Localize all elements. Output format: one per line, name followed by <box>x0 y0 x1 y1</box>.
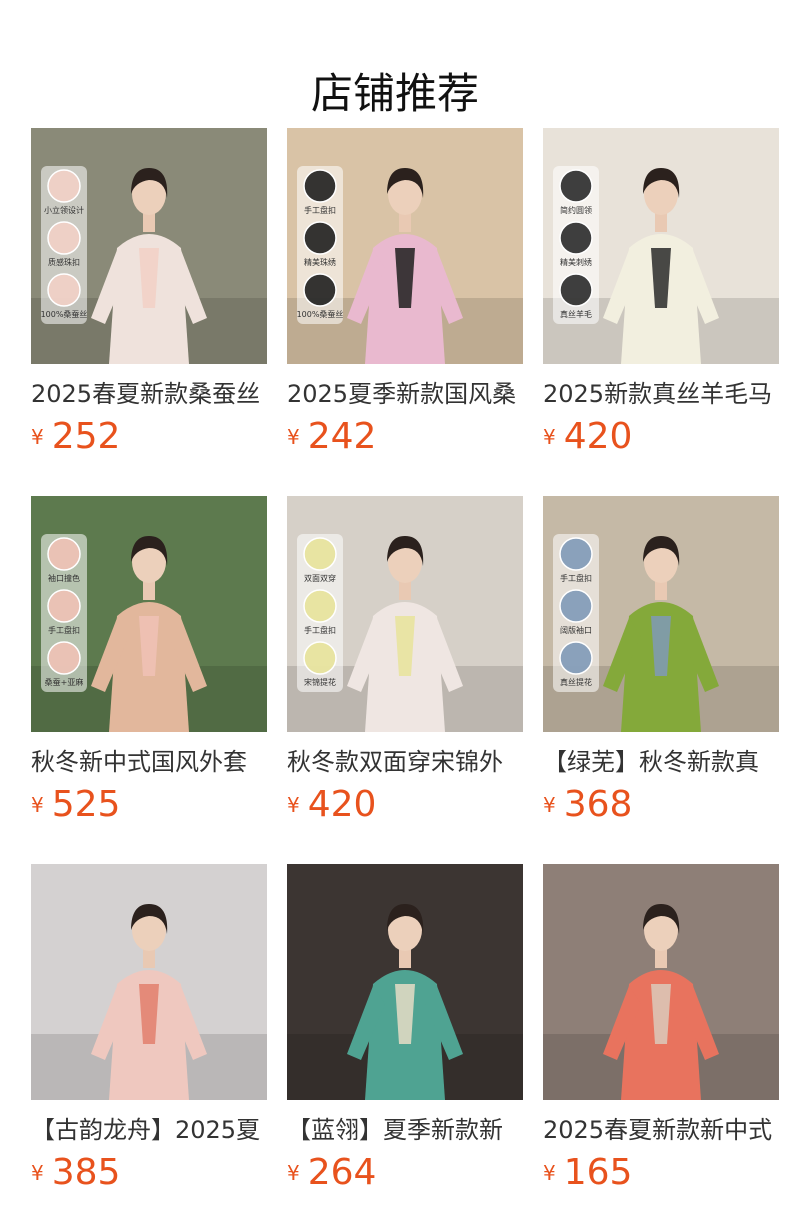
feature-tag-label: 小立领设计 <box>44 205 84 215</box>
feature-tag-strip: 手工盘扣精美珠绣 100%桑蚕丝 <box>297 166 344 324</box>
feature-tag-label: 双面双穿 <box>304 573 336 583</box>
product-name[interactable]: 2025夏季新款国风桑 <box>287 378 523 410</box>
feature-tag-strip: 双面双穿手工盘扣宋锦提花 <box>297 534 343 692</box>
currency-symbol: ¥ <box>31 793 44 817</box>
product-image[interactable] <box>287 864 523 1100</box>
currency-symbol: ¥ <box>31 1161 44 1185</box>
product-name[interactable]: 秋冬新中式国风外套 <box>31 746 267 778</box>
feature-tag-label: 100%桑蚕丝 <box>41 309 88 319</box>
product-price: ¥368 <box>543 783 632 827</box>
feature-swatch <box>47 589 81 623</box>
feature-swatch <box>559 273 593 307</box>
product-price: ¥264 <box>287 1151 376 1195</box>
currency-symbol: ¥ <box>31 425 44 449</box>
product-name[interactable]: 2025春夏新款新中式 <box>543 1114 779 1146</box>
product-card[interactable]: 手工盘扣精美珠绣 100%桑蚕丝 2025夏季新款国风桑 ¥242 <box>287 128 523 457</box>
product-image[interactable]: 双面双穿手工盘扣宋锦提花 <box>287 496 523 732</box>
feature-tag-strip: 袖口撞色手工盘扣桑蚕+亚麻 <box>41 534 87 692</box>
product-image[interactable]: 手工盘扣精美珠绣 100%桑蚕丝 <box>287 128 523 364</box>
product-price: ¥385 <box>31 1151 120 1195</box>
feature-swatch <box>303 641 337 675</box>
product-name[interactable]: 2025新款真丝羊毛马 <box>543 378 779 410</box>
feature-tag-label: 简约圆领 <box>560 205 592 215</box>
feature-swatch <box>47 641 81 675</box>
price-amount: 420 <box>563 416 633 457</box>
feature-swatch <box>303 273 337 307</box>
feature-swatch <box>559 589 593 623</box>
product-image[interactable] <box>543 864 779 1100</box>
feature-swatch <box>303 221 337 255</box>
feature-tag-label: 100%桑蚕丝 <box>297 309 344 319</box>
product-price: ¥252 <box>31 415 120 459</box>
product-name[interactable]: 【蓝翎】夏季新款新 <box>287 1114 523 1146</box>
feature-tag-strip: 小立领设计质感珠扣 100%桑蚕丝 <box>41 166 88 324</box>
feature-tag-label: 真丝提花 <box>560 677 592 687</box>
currency-symbol: ¥ <box>287 425 300 449</box>
section-title: 店铺推荐 <box>310 69 479 119</box>
feature-tag-label: 精美刺绣 <box>560 257 592 267</box>
feature-tag-label: 手工盘扣 <box>304 205 336 215</box>
feature-tag-label: 质感珠扣 <box>48 257 80 267</box>
currency-symbol: ¥ <box>543 1161 556 1185</box>
product-card[interactable]: 【古韵龙舟】2025夏 ¥385 <box>31 864 267 1193</box>
product-price: ¥420 <box>543 415 632 459</box>
feature-swatch <box>47 273 81 307</box>
feature-tag-label: 手工盘扣 <box>48 625 80 635</box>
price-amount: 165 <box>563 1152 633 1193</box>
feature-swatch <box>303 537 337 571</box>
store-recommendations: 店铺推荐 小立领设计质感珠扣 100%桑蚕丝 2025春夏新款桑蚕丝 ¥252 手工盘扣… <box>0 0 790 1232</box>
feature-swatch <box>47 169 81 203</box>
currency-symbol: ¥ <box>287 793 300 817</box>
price-amount: 242 <box>307 416 377 457</box>
feature-tag-label: 桑蚕+亚麻 <box>45 677 84 687</box>
price-amount: 525 <box>51 784 121 825</box>
product-card[interactable]: 【蓝翎】夏季新款新 ¥264 <box>287 864 523 1193</box>
currency-symbol: ¥ <box>543 425 556 449</box>
product-image[interactable]: 小立领设计质感珠扣 100%桑蚕丝 <box>31 128 267 364</box>
feature-swatch <box>303 169 337 203</box>
product-name[interactable]: 2025春夏新款桑蚕丝 <box>31 378 267 410</box>
price-amount: 368 <box>563 784 633 825</box>
feature-tag-label: 真丝羊毛 <box>560 309 592 319</box>
product-card[interactable]: 双面双穿手工盘扣宋锦提花秋冬款双面穿宋锦外 ¥420 <box>287 496 523 825</box>
feature-swatch <box>47 221 81 255</box>
product-grid: 小立领设计 质感珠扣 100%桑蚕丝 2025春夏新款桑蚕丝 ¥252 手工盘扣 精美珠绣 1… <box>31 128 779 1193</box>
feature-tag-label: 精美珠绣 <box>304 257 336 267</box>
product-image[interactable] <box>31 864 267 1100</box>
product-card[interactable]: 手工盘扣阔版袖口真丝提花【绿芜】秋冬新款真 ¥368 <box>543 496 779 825</box>
feature-swatch <box>47 537 81 571</box>
feature-tag-strip: 简约圆领精美刺绣真丝羊毛 <box>553 166 599 324</box>
feature-tag-label: 手工盘扣 <box>560 573 592 583</box>
price-amount: 385 <box>51 1152 121 1193</box>
price-amount: 264 <box>307 1152 377 1193</box>
feature-swatch <box>559 169 593 203</box>
price-amount: 252 <box>51 416 121 457</box>
feature-tag-label: 手工盘扣 <box>304 625 336 635</box>
product-image[interactable]: 简约圆领精美刺绣真丝羊毛 <box>543 128 779 364</box>
feature-tag-label: 袖口撞色 <box>48 573 80 583</box>
product-price: ¥420 <box>287 783 376 827</box>
product-card[interactable]: 简约圆领精美刺绣真丝羊毛 2025新款真丝羊毛马 ¥420 <box>543 128 779 457</box>
price-amount: 420 <box>307 784 377 825</box>
feature-swatch <box>559 537 593 571</box>
feature-tag-label: 阔版袖口 <box>560 625 592 635</box>
feature-swatch <box>559 221 593 255</box>
feature-swatch <box>559 641 593 675</box>
currency-symbol: ¥ <box>543 793 556 817</box>
currency-symbol: ¥ <box>287 1161 300 1185</box>
product-card[interactable]: 袖口撞色手工盘扣桑蚕+亚麻秋冬新中式国风外套 ¥525 <box>31 496 267 825</box>
product-name[interactable]: 【绿芜】秋冬新款真 <box>543 746 779 778</box>
feature-tag-label: 宋锦提花 <box>304 677 336 687</box>
feature-swatch <box>303 589 337 623</box>
product-card[interactable]: 小立领设计质感珠扣 100%桑蚕丝 2025春夏新款桑蚕丝 ¥252 <box>31 128 267 457</box>
product-card[interactable]: 2025春夏新款新中式 ¥165 <box>543 864 779 1193</box>
product-name[interactable]: 秋冬款双面穿宋锦外 <box>287 746 523 778</box>
product-price: ¥165 <box>543 1151 632 1195</box>
product-image[interactable]: 手工盘扣阔版袖口真丝提花 <box>543 496 779 732</box>
product-image[interactable]: 袖口撞色手工盘扣桑蚕+亚麻 <box>31 496 267 732</box>
product-price: ¥525 <box>31 783 120 827</box>
feature-tag-strip: 手工盘扣阔版袖口真丝提花 <box>553 534 599 692</box>
product-price: ¥242 <box>287 415 376 459</box>
product-name[interactable]: 【古韵龙舟】2025夏 <box>31 1114 267 1146</box>
